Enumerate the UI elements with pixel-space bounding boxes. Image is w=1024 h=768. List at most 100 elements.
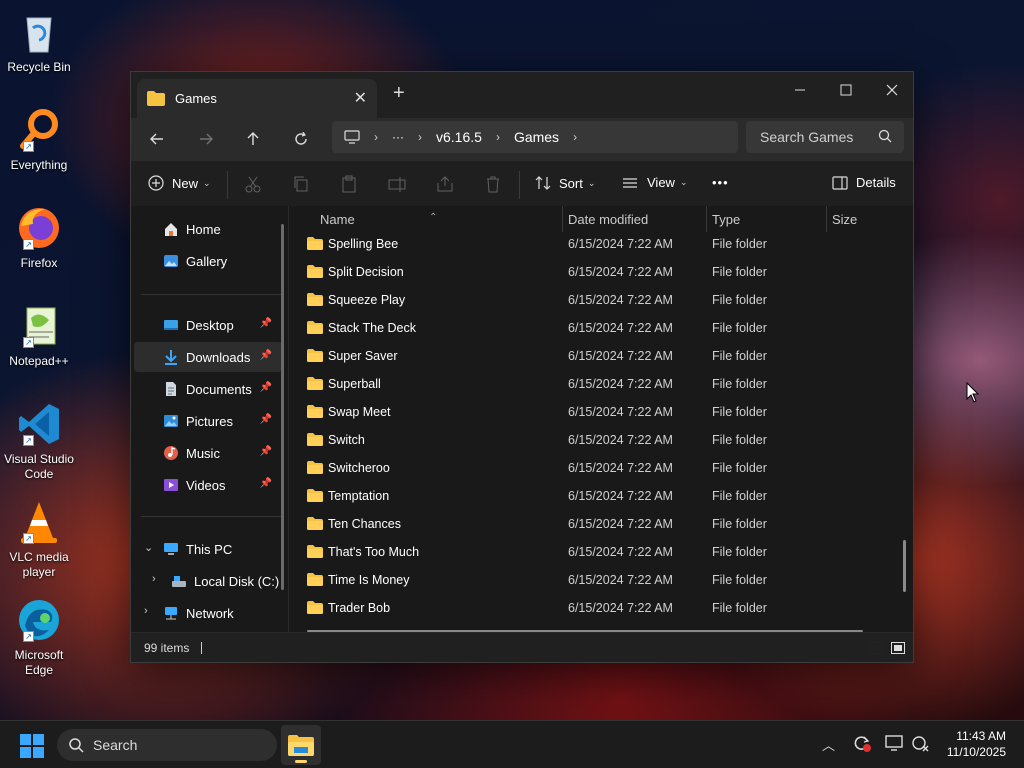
update-status-icon[interactable] xyxy=(852,733,872,756)
desktop-icon-vlc[interactable]: ↗ VLC media player xyxy=(2,498,76,580)
sidebar-item-label: Home xyxy=(186,221,221,237)
cut-icon[interactable] xyxy=(244,175,262,193)
network-disconnected-icon[interactable] xyxy=(910,733,930,756)
file-type: File folder xyxy=(712,489,767,503)
desktop-icon-firefox[interactable]: ↗ Firefox xyxy=(2,204,76,271)
search-input[interactable]: Search Games xyxy=(746,121,904,153)
column-header-size[interactable]: Size xyxy=(832,212,857,227)
maximize-button[interactable] xyxy=(823,76,869,104)
table-row[interactable]: Temptation 6/15/2024 7:22 AM File folder xyxy=(307,482,897,510)
desktop-icon-vscode[interactable]: ↗ Visual Studio Code xyxy=(2,400,76,482)
table-row[interactable]: Spelling Bee 6/15/2024 7:22 AM File folder xyxy=(307,230,897,258)
sidebar-item-this-pc[interactable]: ⌄ This PC xyxy=(134,534,282,564)
sidebar-item-videos[interactable]: Videos 📌 xyxy=(134,470,282,500)
paste-icon[interactable] xyxy=(340,175,358,193)
tab-games[interactable]: Games ✕ xyxy=(137,79,377,118)
pin-icon[interactable]: 📌 xyxy=(260,446,272,457)
new-button[interactable]: New ⌄ xyxy=(148,175,211,191)
tiles-view-button[interactable] xyxy=(888,639,908,657)
pin-icon[interactable]: 📌 xyxy=(260,318,272,329)
table-row[interactable]: Squeeze Play 6/15/2024 7:22 AM File folder xyxy=(307,286,897,314)
details-view-button[interactable] xyxy=(864,639,884,657)
chevron-right-icon: › xyxy=(495,130,500,144)
details-pane-button[interactable]: Details xyxy=(832,175,896,190)
table-row[interactable]: Stack The Deck 6/15/2024 7:22 AM File fold… xyxy=(307,314,897,342)
desktop-icon-edge[interactable]: ↗ Microsoft Edge xyxy=(2,596,76,678)
refresh-button[interactable] xyxy=(290,128,312,150)
sidebar-item-documents[interactable]: Documents 📌 xyxy=(134,374,282,404)
breadcrumb-item[interactable]: Games xyxy=(514,129,559,145)
start-button[interactable] xyxy=(20,734,44,758)
table-row[interactable]: Switcheroo 6/15/2024 7:22 AM File folder xyxy=(307,454,897,482)
network-icon xyxy=(165,607,177,620)
pin-icon[interactable]: 📌 xyxy=(260,478,272,489)
chevron-right-icon[interactable]: › xyxy=(144,605,148,617)
pin-icon[interactable]: 📌 xyxy=(260,350,272,361)
sidebar-item-pictures[interactable]: Pictures 📌 xyxy=(134,406,282,436)
sidebar-item-network[interactable]: › Network xyxy=(134,598,282,628)
rename-icon[interactable] xyxy=(388,175,406,193)
view-button[interactable]: View ⌄ xyxy=(622,175,688,190)
desktop-icon-recycle-bin[interactable]: Recycle Bin xyxy=(2,8,76,75)
forward-button[interactable] xyxy=(195,128,217,150)
show-hidden-icons-button[interactable]: ︿ xyxy=(822,735,835,754)
firefox-icon: ↗ xyxy=(15,204,63,252)
shortcut-arrow-icon: ↗ xyxy=(23,631,34,642)
breadcrumb-more[interactable]: ··· xyxy=(392,130,404,144)
delete-icon[interactable] xyxy=(484,175,502,193)
close-window-button[interactable] xyxy=(869,76,915,104)
column-header-name[interactable]: Name xyxy=(320,212,355,227)
minimize-button[interactable] xyxy=(777,76,823,104)
file-name: Switcheroo xyxy=(328,461,390,475)
pin-icon[interactable]: 📌 xyxy=(260,414,272,425)
gallery-icon xyxy=(164,255,178,267)
sidebar-item-home[interactable]: Home xyxy=(134,214,282,244)
chevron-right-icon[interactable]: › xyxy=(152,573,156,585)
more-options-button[interactable]: ••• xyxy=(712,175,729,190)
sidebar-item-gallery[interactable]: Gallery xyxy=(134,246,282,276)
sidebar-item-downloads[interactable]: Downloads 📌 xyxy=(134,342,282,372)
taskbar-app-file-explorer[interactable] xyxy=(281,725,321,765)
folder-icon xyxy=(307,489,323,502)
share-icon[interactable] xyxy=(436,175,454,193)
table-row[interactable]: Trader Bob 6/15/2024 7:22 AM File folder xyxy=(307,594,897,622)
folder-icon xyxy=(307,601,323,614)
display-icon[interactable] xyxy=(884,733,904,756)
table-row[interactable]: Time Is Money 6/15/2024 7:22 AM File folde… xyxy=(307,566,897,594)
table-row[interactable]: Super Saver 6/15/2024 7:22 AM File folder xyxy=(307,342,897,370)
breadcrumb[interactable]: › ··· › v6.16.5 › Games › xyxy=(332,121,738,153)
sidebar-item-local-disk[interactable]: › Local Disk (C:) xyxy=(134,566,282,596)
table-row[interactable]: Ten Chances 6/15/2024 7:22 AM File folder xyxy=(307,510,897,538)
sidebar-item-desktop[interactable]: Desktop 📌 xyxy=(134,310,282,340)
sort-icon xyxy=(535,176,551,190)
up-button[interactable] xyxy=(242,128,264,150)
column-header-type[interactable]: Type xyxy=(712,212,740,227)
sidebar-scrollbar[interactable] xyxy=(281,224,284,590)
table-row[interactable]: Switch 6/15/2024 7:22 AM File folder xyxy=(307,426,897,454)
sidebar-item-music[interactable]: Music 📌 xyxy=(134,438,282,468)
pin-icon[interactable]: 📌 xyxy=(260,382,272,393)
vertical-scrollbar[interactable] xyxy=(903,540,906,592)
column-divider[interactable] xyxy=(562,206,563,232)
new-tab-button[interactable]: + xyxy=(393,82,405,105)
folder-icon xyxy=(307,377,323,390)
table-row[interactable]: Superball 6/15/2024 7:22 AM File folder xyxy=(307,370,897,398)
folder-icon xyxy=(307,433,323,446)
taskbar-search[interactable]: Search xyxy=(57,729,277,761)
close-tab-icon[interactable]: ✕ xyxy=(354,88,367,108)
system-clock[interactable]: 11:43 AM 11/10/2025 xyxy=(947,728,1006,760)
desktop-icon-notepadpp[interactable]: ↗ Notepad++ xyxy=(2,302,76,369)
table-row[interactable]: That's Too Much 6/15/2024 7:22 AM File fol… xyxy=(307,538,897,566)
table-row[interactable]: Split Decision 6/15/2024 7:22 AM File fold… xyxy=(307,258,897,286)
breadcrumb-item[interactable]: v6.16.5 xyxy=(436,129,482,145)
column-header-date[interactable]: Date modified xyxy=(568,212,648,227)
desktop-icon-everything[interactable]: ↗ Everything xyxy=(2,106,76,173)
table-row[interactable]: Swap Meet 6/15/2024 7:22 AM File folder xyxy=(307,398,897,426)
chevron-down-icon[interactable]: ⌄ xyxy=(144,541,153,554)
sort-button[interactable]: Sort ⌄ xyxy=(535,175,595,191)
back-button[interactable] xyxy=(146,128,168,150)
desktop-icon-label: VLC media player xyxy=(9,550,69,579)
column-divider[interactable] xyxy=(826,206,827,232)
copy-icon[interactable] xyxy=(292,175,310,193)
column-divider[interactable] xyxy=(706,206,707,232)
